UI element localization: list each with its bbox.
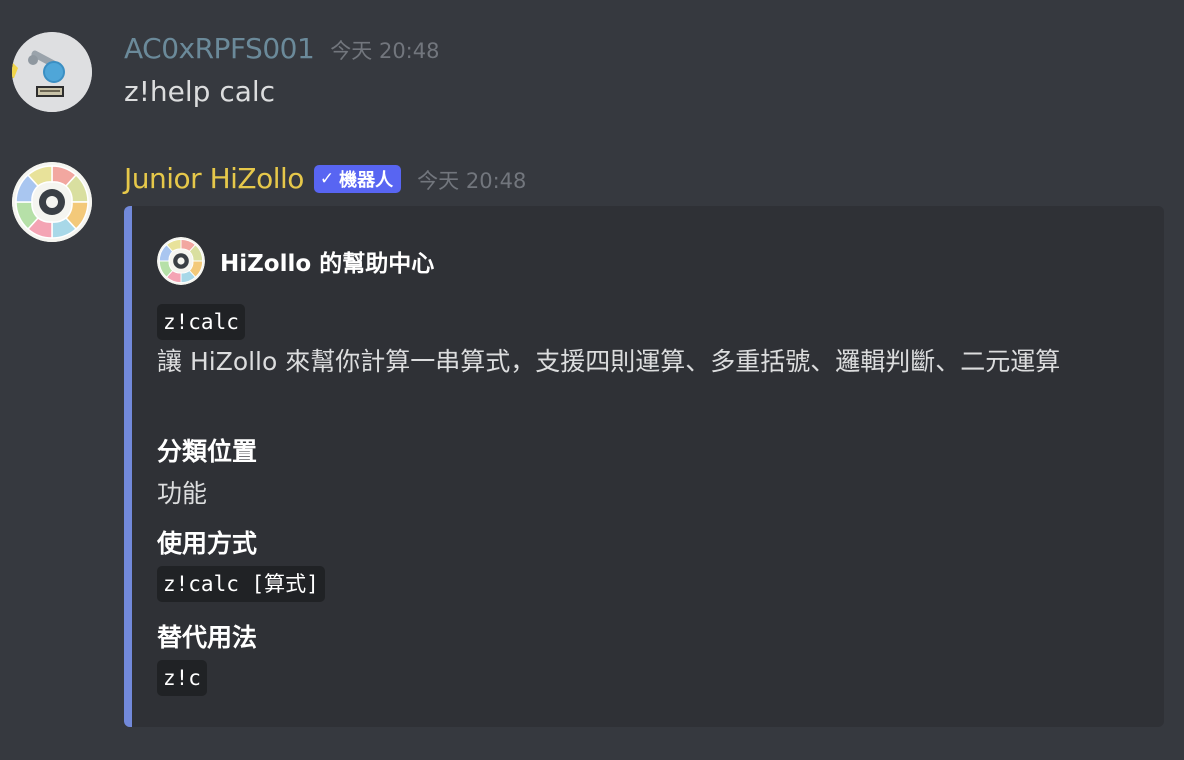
bot-tag: ✓ 機器人 (313, 165, 402, 193)
field-name-alias: 替代用法 (157, 623, 258, 652)
embed-author: HiZollo 的幫助中心 (157, 237, 434, 285)
embed: HiZollo 的幫助中心 z!calc 讓 HiZollo 來幫你計算一串算式… (124, 206, 1164, 727)
message-content: z!help calc (124, 75, 276, 108)
username[interactable]: Junior HiZollo (124, 162, 304, 195)
field-value-category: 功能 (157, 479, 208, 508)
bot-tag-label: 機器人 (339, 170, 394, 191)
alias-code: z!c (157, 660, 207, 696)
username[interactable]: AC0xRPFS001 (124, 32, 315, 65)
bot-avatar-icon[interactable] (12, 162, 92, 242)
embed-author-name: HiZollo 的幫助中心 (220, 251, 435, 277)
usage-code: z!calc [算式] (157, 566, 325, 602)
field-name-usage: 使用方式 (157, 529, 258, 558)
embed-author-icon (157, 237, 205, 285)
field-value-usage: z!calc [算式] (157, 566, 325, 602)
command-code: z!calc (157, 304, 245, 340)
field-name-category: 分類位置 (157, 437, 258, 466)
check-icon: ✓ (319, 169, 335, 189)
message-header: Junior HiZollo ✓ 機器人 今天 20:48 (124, 162, 526, 197)
timestamp: 今天 20:48 (330, 39, 440, 63)
embed-description: 讓 HiZollo 來幫你計算一串算式，支援四則運算、多重括號、邏輯判斷、二元運… (157, 347, 1061, 376)
message-header: AC0xRPFS001 今天 20:48 (124, 32, 439, 65)
timestamp: 今天 20:48 (417, 169, 527, 193)
embed-command: z!calc (157, 304, 245, 340)
field-value-alias: z!c (157, 660, 207, 696)
user-avatar-icon[interactable] (12, 32, 92, 112)
